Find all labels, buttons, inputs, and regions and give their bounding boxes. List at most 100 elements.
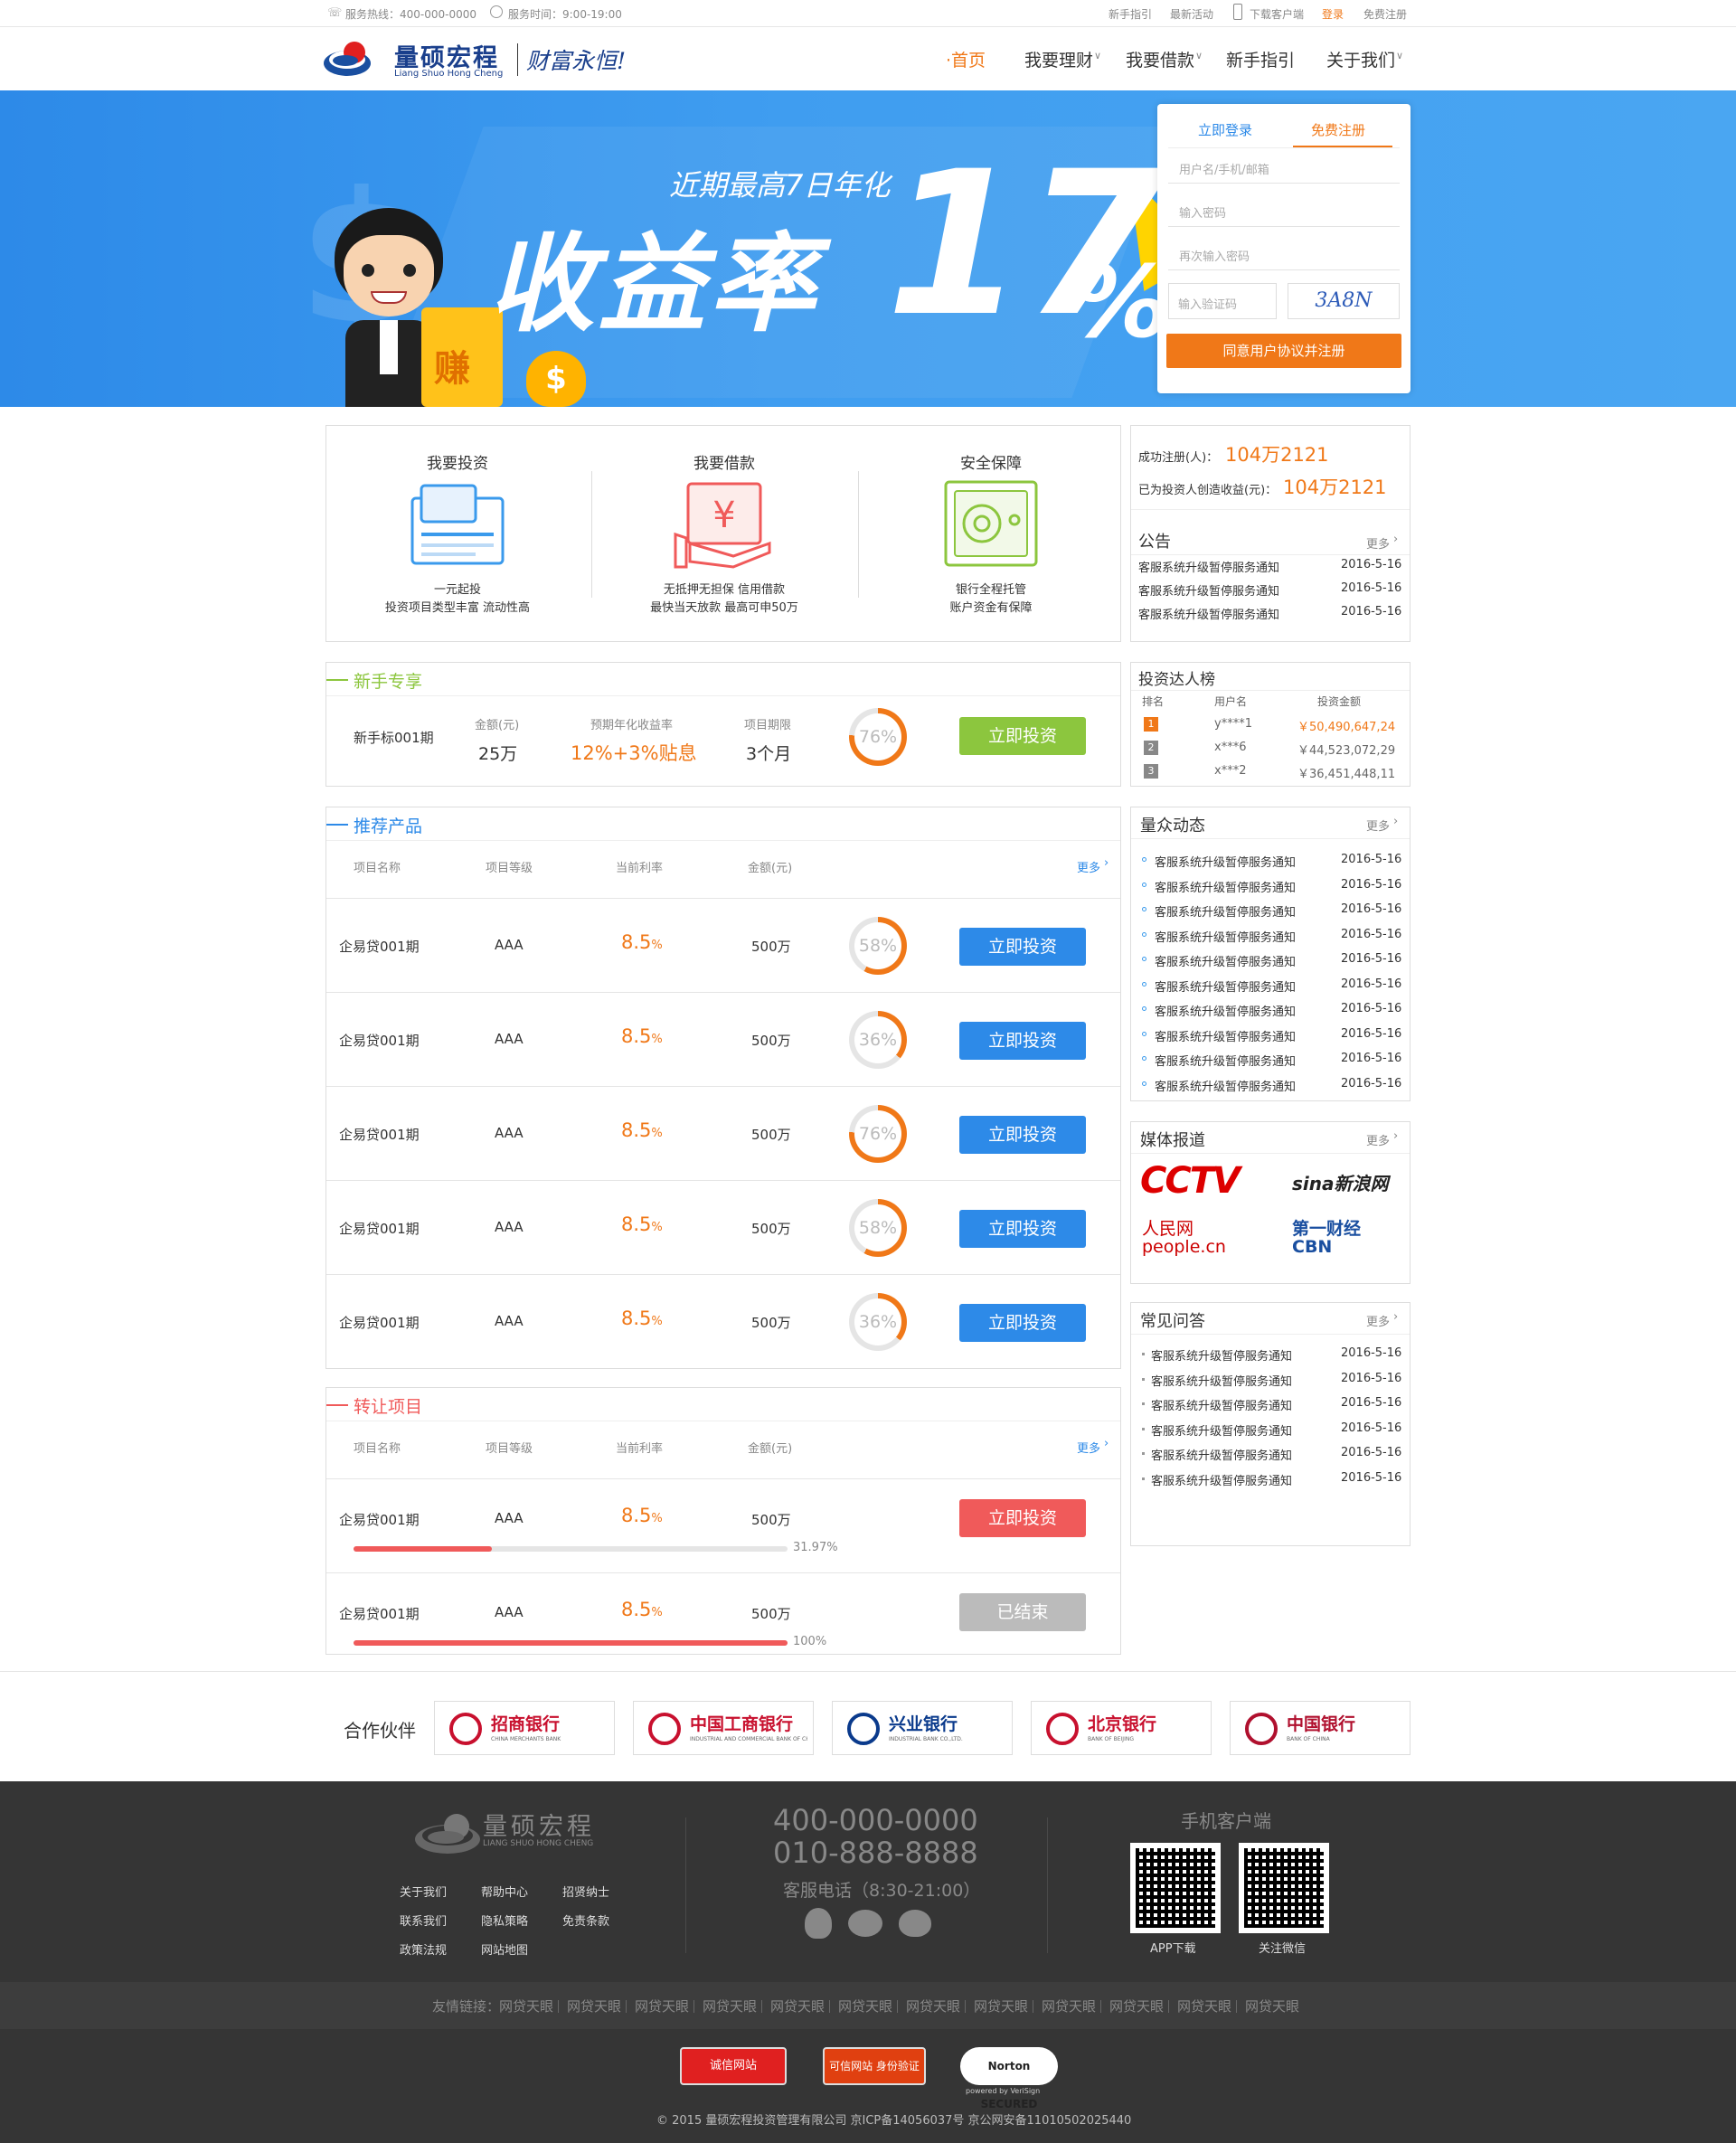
product-name[interactable]: 企易贷001期 <box>339 1604 420 1623</box>
link-login[interactable]: 登录 <box>1322 6 1344 22</box>
invest-button[interactable]: 立即投资 <box>959 1304 1086 1342</box>
password-confirm-input[interactable]: 再次输入密码 <box>1168 240 1400 270</box>
footer-link[interactable]: 免责条款 <box>562 1912 609 1929</box>
badge-trusted[interactable]: 可信网站 身份验证 <box>823 2047 926 2085</box>
partner-bank-logo[interactable]: 兴业银行 INDUSTRIAL BANK CO.,LTD. <box>832 1701 1013 1755</box>
cbn-logo[interactable]: 第一财经 CBN <box>1292 1220 1401 1256</box>
friend-link[interactable]: 网贷天眼 <box>635 1997 689 2016</box>
footer-link[interactable]: 隐私策略 <box>481 1912 528 1929</box>
tab-login[interactable]: 立即登录 <box>1198 120 1252 139</box>
faq-item[interactable]: 客服系统升级暂停服务通知 <box>1151 1421 1292 1439</box>
nav-home[interactable]: ·首页 <box>946 47 986 71</box>
media-more[interactable]: 更多 <box>1366 1131 1390 1148</box>
captcha-input[interactable]: 输入验证码 <box>1168 283 1277 319</box>
bullet-icon <box>1142 882 1146 887</box>
notice-item[interactable]: 客服系统升级暂停服务通知 <box>1138 605 1279 622</box>
transfer-more[interactable]: 更多 <box>1077 1439 1100 1456</box>
footer-link[interactable]: 网站地图 <box>481 1940 528 1958</box>
footer-link[interactable]: 政策法规 <box>400 1940 447 1958</box>
link-register[interactable]: 免费注册 <box>1363 6 1407 22</box>
friend-link[interactable]: 网贷天眼 <box>770 1997 825 2016</box>
product-name[interactable]: 企易贷001期 <box>339 1125 420 1144</box>
invest-button[interactable]: 立即投资 <box>959 1499 1086 1537</box>
nav-invest[interactable]: 我要理财 <box>1024 47 1093 71</box>
friend-link[interactable]: 网贷天眼 <box>838 1997 892 2016</box>
friend-link[interactable]: 网贷天眼 <box>703 1997 757 2016</box>
qq-icon[interactable] <box>805 1908 832 1939</box>
cctv-logo[interactable]: CCTV <box>1140 1160 1241 1202</box>
faq-more[interactable]: 更多 <box>1366 1312 1390 1329</box>
feature-borrow[interactable]: 我要借款 ¥ 无抵押无担保 信用借款 最快当天放款 最高可申50万 <box>593 426 855 643</box>
nav-about[interactable]: 关于我们 <box>1326 47 1395 71</box>
dynamics-item[interactable]: 客服系统升级暂停服务通知 <box>1155 928 1296 945</box>
username-input[interactable]: 用户名/手机/邮箱 <box>1168 153 1400 184</box>
dynamics-item[interactable]: 客服系统升级暂停服务通知 <box>1155 878 1296 895</box>
partner-bank-logo[interactable]: 招商银行 CHINA MERCHANTS BANK <box>434 1701 615 1755</box>
faq-item[interactable]: 客服系统升级暂停服务通知 <box>1151 1346 1292 1364</box>
notice-item[interactable]: 客服系统升级暂停服务通知 <box>1138 558 1279 575</box>
dynamics-item[interactable]: 客服系统升级暂停服务通知 <box>1155 853 1296 870</box>
badge-norton[interactable]: Norton SECURED <box>960 2047 1058 2110</box>
logo[interactable]: 量硕宏程 Liang Shuo Hong Cheng 财富永恒! <box>324 34 631 85</box>
notice-more[interactable]: 更多 <box>1366 534 1390 552</box>
invest-button[interactable]: 立即投资 <box>959 1116 1086 1154</box>
recommend-more[interactable]: 更多 <box>1077 858 1100 875</box>
friend-link[interactable]: 网贷天眼 <box>1109 1997 1164 2016</box>
friend-link[interactable]: 网贷天眼 <box>1177 1997 1231 2016</box>
friend-link[interactable]: 网贷天眼 <box>974 1997 1028 2016</box>
friend-link[interactable]: 网贷天眼 <box>567 1997 621 2016</box>
notice-item[interactable]: 客服系统升级暂停服务通知 <box>1138 581 1279 599</box>
product-name[interactable]: 企易贷001期 <box>339 1219 420 1238</box>
product-name[interactable]: 企易贷001期 <box>339 1031 420 1050</box>
invest-button[interactable]: 立即投资 <box>959 717 1086 755</box>
partner-bank-logo[interactable]: 中国银行 BANK OF CHINA <box>1230 1701 1410 1755</box>
product-name[interactable]: 企易贷001期 <box>339 1510 420 1529</box>
dynamics-date: 2016-5-16 <box>1341 1002 1402 1015</box>
dynamics-item[interactable]: 客服系统升级暂停服务通知 <box>1155 952 1296 969</box>
friend-link[interactable]: 网贷天眼 <box>499 1997 553 2016</box>
faq-item[interactable]: 客服系统升级暂停服务通知 <box>1151 1372 1292 1389</box>
faq-item[interactable]: 客服系统升级暂停服务通知 <box>1151 1396 1292 1413</box>
dynamics-item[interactable]: 客服系统升级暂停服务通知 <box>1155 1052 1296 1069</box>
badge-integrity[interactable]: 诚信网站 <box>680 2047 787 2085</box>
footer-link[interactable]: 招贤纳士 <box>562 1883 609 1900</box>
footer-link[interactable]: 关于我们 <box>400 1883 447 1900</box>
dynamics-item[interactable]: 客服系统升级暂停服务通知 <box>1155 977 1296 995</box>
nav-borrow[interactable]: 我要借款 <box>1126 47 1194 71</box>
invest-button[interactable]: 立即投资 <box>959 1210 1086 1248</box>
friend-link[interactable]: 网贷天眼 <box>1245 1997 1299 2016</box>
feature-security[interactable]: 安全保障 银行全程托管 账户资金有保障 <box>860 426 1122 643</box>
friend-link[interactable]: 网贷天眼 <box>906 1997 960 2016</box>
dynamics-item[interactable]: 客服系统升级暂停服务通知 <box>1155 1027 1296 1044</box>
dynamics-item[interactable]: 客服系统升级暂停服务通知 <box>1155 1077 1296 1094</box>
link-guide[interactable]: 新手指引 <box>1109 6 1152 22</box>
wechat-icon[interactable] <box>848 1910 882 1937</box>
dynamics-item[interactable]: 客服系统升级暂停服务通知 <box>1155 1002 1296 1019</box>
weibo-icon[interactable] <box>899 1910 931 1937</box>
feature-invest[interactable]: 我要投资 一元起投 投资项目类型丰富 流动性高 <box>326 426 589 643</box>
invest-button[interactable]: 立即投资 <box>959 928 1086 966</box>
product-name[interactable]: 企易贷001期 <box>339 1313 420 1332</box>
captcha-image[interactable]: 3A8N <box>1288 283 1400 319</box>
password-input[interactable]: 输入密码 <box>1168 196 1400 227</box>
finished-button[interactable]: 已结束 <box>959 1593 1086 1631</box>
sina-logo[interactable]: sina新浪网 <box>1292 1169 1389 1195</box>
tab-register[interactable]: 免费注册 <box>1311 120 1365 139</box>
register-submit-button[interactable]: 同意用户协议并注册 <box>1166 334 1401 368</box>
chevron-right-icon: › <box>1104 1437 1109 1450</box>
partner-bank-logo[interactable]: 北京银行 BANK OF BEIJING <box>1031 1701 1212 1755</box>
link-activity[interactable]: 最新活动 <box>1170 6 1213 22</box>
link-download[interactable]: 下载客户端 <box>1250 6 1304 22</box>
faq-item[interactable]: 客服系统升级暂停服务通知 <box>1151 1446 1292 1463</box>
people-logo[interactable]: 人民网 people.cn <box>1142 1220 1269 1256</box>
footer-link[interactable]: 联系我们 <box>400 1912 447 1929</box>
partner-bank-logo[interactable]: 中国工商银行 INDUSTRIAL AND COMMERCIAL BANK OF … <box>633 1701 814 1755</box>
footer-link[interactable]: 帮助中心 <box>481 1883 528 1900</box>
dynamics-more[interactable]: 更多 <box>1366 817 1390 834</box>
nav-guide[interactable]: 新手指引 <box>1226 47 1295 71</box>
dynamics-item[interactable]: 客服系统升级暂停服务通知 <box>1155 902 1296 920</box>
friend-link[interactable]: 网贷天眼 <box>1042 1997 1096 2016</box>
product-name[interactable]: 企易贷001期 <box>339 937 420 956</box>
invest-button[interactable]: 立即投资 <box>959 1022 1086 1060</box>
faq-item[interactable]: 客服系统升级暂停服务通知 <box>1151 1471 1292 1488</box>
